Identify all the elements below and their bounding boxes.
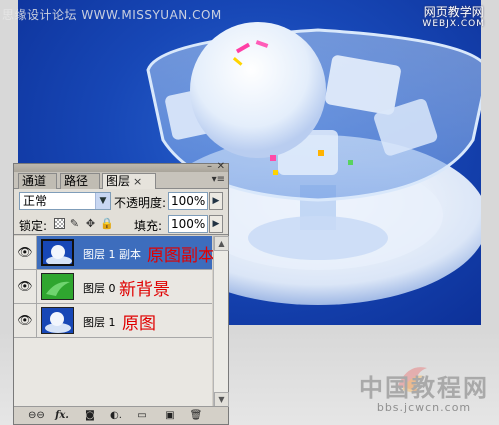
tab-layers[interactable]: 图层 × (102, 173, 156, 190)
visibility-eye-icon[interactable]: 👁 (14, 270, 37, 303)
fill-label: 填充: (134, 219, 163, 233)
lock-label: 锁定: (19, 219, 48, 233)
adjustment-layer-icon[interactable]: ◐. (108, 409, 124, 423)
layers-panel: – ✕ 通道 路径 图层 × ▾≡ 正常 ▼ 不透明度: 100% ▶ 锁定: ✎… (13, 161, 229, 425)
transparency-lock-icon[interactable] (54, 218, 65, 229)
watermark-bottom-right-main: 中国教程网 (359, 373, 489, 402)
watermark-bottom-right: 中国教程网 bbs.jcwcn.com (359, 368, 489, 414)
new-layer-icon[interactable]: ▣ (162, 409, 178, 423)
blend-row: 正常 ▼ 不透明度: 100% ▶ (14, 189, 228, 213)
watermark-top-right: 网页教学网 WEBJX.COM (422, 6, 485, 30)
layer-name: 图层 0 (83, 282, 116, 295)
blend-mode-select[interactable]: 正常 ▼ (19, 192, 111, 210)
layer-annotation: 新背景 (119, 280, 170, 300)
panel-menu-icon[interactable]: ▾≡ (212, 174, 225, 185)
lock-icon[interactable]: 🔒 (100, 218, 114, 229)
fill-slider-arrow-icon[interactable]: ▶ (209, 215, 223, 233)
move-lock-icon[interactable]: ✥ (85, 218, 96, 229)
layer-thumbnail (41, 239, 74, 266)
layers-scrollbar[interactable]: ▲ ▼ (213, 236, 229, 407)
layer-row[interactable]: 👁 图层 0 新背景 (14, 270, 212, 304)
visibility-eye-icon[interactable]: 👁 (14, 236, 37, 269)
opacity-label: 不透明度: (114, 196, 167, 210)
layer-style-fx-icon[interactable]: fx. (54, 409, 70, 423)
scroll-down-icon[interactable]: ▼ (214, 392, 229, 407)
opacity-input[interactable]: 100% (168, 192, 208, 210)
watermark-top-right-sub: WEBJX.COM (422, 19, 485, 29)
panel-footer: ⊖⊖ fx. ◙ ◐. ▭ ▣ 🗑 (14, 406, 228, 424)
brush-lock-icon[interactable]: ✎ (69, 218, 80, 229)
panel-tabbar: 通道 路径 图层 × ▾≡ (14, 172, 228, 190)
minimize-icon[interactable]: – (207, 161, 212, 172)
watermark-top-left: 思缘设计论坛 WWW.MISSYUAN.COM (2, 8, 222, 22)
layer-annotation: 原图 (122, 314, 156, 334)
tab-paths[interactable]: 路径 (60, 173, 100, 189)
opacity-slider-arrow-icon[interactable]: ▶ (209, 192, 223, 210)
layer-thumbnail (41, 307, 74, 334)
tab-layers-label: 图层 (106, 174, 131, 188)
watermark-top-right-main: 网页教学网 (423, 5, 484, 19)
link-layers-icon[interactable]: ⊖⊖ (28, 409, 45, 423)
fill-input[interactable]: 100% (168, 215, 208, 233)
trash-icon[interactable]: 🗑 (188, 409, 204, 423)
panel-titlebar[interactable]: – ✕ (14, 161, 228, 172)
tab-close-icon[interactable]: × (133, 175, 142, 188)
layers-list: 👁 图层 1 副本 原图副本 👁 图层 0 新背景 👁 图层 1 原图 (14, 236, 215, 407)
new-group-folder-icon[interactable]: ▭ (134, 409, 150, 423)
scroll-up-icon[interactable]: ▲ (214, 236, 229, 251)
layer-name: 图层 1 (83, 316, 116, 329)
chevron-down-icon[interactable]: ▼ (95, 193, 110, 209)
visibility-eye-icon[interactable]: 👁 (14, 304, 37, 337)
tab-channels[interactable]: 通道 (18, 173, 57, 189)
lock-row: 锁定: ✎ ✥ 🔒 填充: 100% ▶ (14, 213, 228, 235)
add-mask-icon[interactable]: ◙ (82, 409, 98, 423)
close-icon[interactable]: ✕ (217, 161, 225, 172)
layer-annotation: 原图副本 (147, 246, 215, 266)
layer-thumbnail (41, 273, 74, 300)
layer-name: 图层 1 副本 (83, 248, 141, 261)
layer-row[interactable]: 👁 图层 1 副本 原图副本 (14, 236, 215, 270)
blend-mode-value: 正常 (23, 194, 48, 208)
watermark-bottom-right-sub: bbs.jcwcn.com (376, 401, 472, 414)
layer-row[interactable]: 👁 图层 1 原图 (14, 304, 212, 338)
